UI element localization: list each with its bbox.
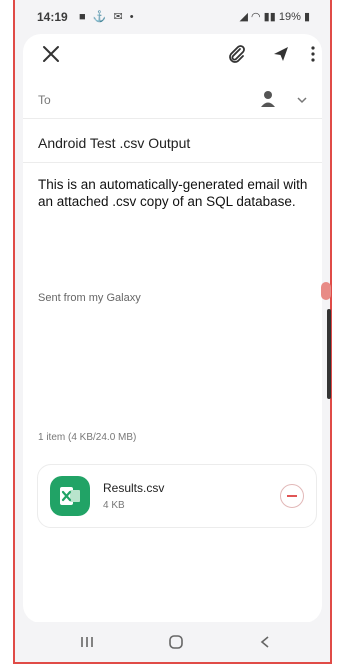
screen: 14:19 ■ ⚓ ✉ • ◢ ◠ ▮▮ 19% ▮ To Android Te… [17,0,331,662]
compose-toolbar [23,34,322,74]
excel-icon [50,476,90,516]
status-bar: 14:19 ■ ⚓ ✉ • ◢ ◠ ▮▮ 19% ▮ [17,0,328,34]
attachment-summary: 1 item (4 KB/24.0 MB) [38,432,137,443]
to-label: To [38,93,51,107]
email-body[interactable]: This is an automatically-generated email… [38,176,308,210]
mail-icon: ✉ [113,11,125,23]
back-icon[interactable] [253,631,277,653]
scrollbar[interactable] [327,309,331,399]
to-field[interactable]: To [23,82,322,119]
home-icon[interactable] [164,631,188,653]
attachment-item[interactable]: Results.csv 4 KB [37,464,317,528]
status-time: 14:19 [37,10,68,24]
attachment-name: Results.csv [103,481,165,495]
subject-field[interactable]: Android Test .csv Output [23,122,322,163]
more-vertical-icon[interactable] [299,40,327,68]
signal-icon: ◢ ◠ ▮▮ [239,11,276,23]
device-frame: 14:19 ■ ⚓ ✉ • ◢ ◠ ▮▮ 19% ▮ To Android Te… [13,0,332,664]
contact-icon[interactable] [260,90,276,113]
subject-text: Android Test .csv Output [38,135,191,151]
email-signature[interactable]: Sent from my Galaxy [38,292,141,304]
paperclip-icon[interactable] [223,40,251,68]
attachment-size: 4 KB [103,500,125,511]
edge-panel-handle[interactable] [321,282,331,300]
battery-level: 19% [278,11,301,23]
chevron-down-icon[interactable] [296,92,308,110]
status-right: ◢ ◠ ▮▮ 19% ▮ [240,10,311,23]
notification-icons: ■ ⚓ ✉ • [79,10,136,23]
close-icon[interactable] [37,40,65,68]
recent-apps-icon[interactable] [75,631,99,653]
navigation-bar [17,622,328,662]
send-icon[interactable] [267,40,295,68]
usb-icon: ⚓ [92,11,109,23]
compose-card: To Android Test .csv Output This is an a… [23,34,322,623]
battery-icon: ▮ [303,11,310,23]
dot-icon: • [129,11,136,23]
remove-attachment-button[interactable] [280,484,304,508]
camera-icon: ■ [79,11,88,23]
